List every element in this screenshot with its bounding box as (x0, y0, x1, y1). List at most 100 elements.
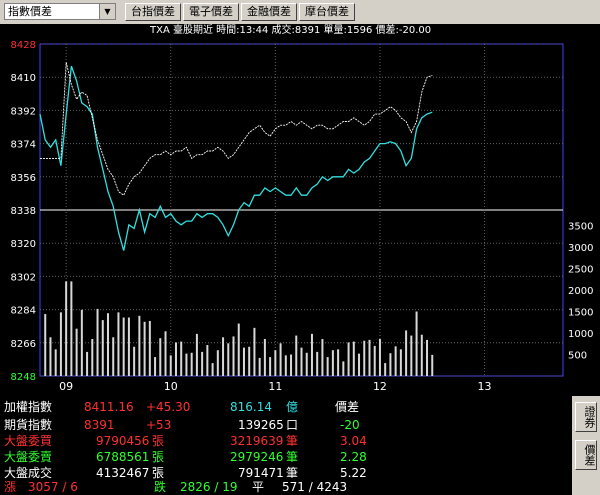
volume-bar (185, 353, 188, 376)
summary-row-weighted-index: 加權指數 8411.16 +45.30 816.14 億 價差 (0, 399, 572, 415)
up-value: 3057 / 6 (28, 480, 78, 494)
toolbar: 指數價差 ▼ 台指價差 電子價差 金融價差 摩台價差 (0, 0, 600, 25)
summary-row-bid: 大盤委買 9790456 張 3219639 筆 3.04 (0, 433, 572, 449)
volume-bar (253, 327, 256, 376)
volume-bar (138, 315, 141, 376)
side-panel: 證券 價差 (572, 396, 600, 495)
volume-tick-label: 3000 (568, 243, 593, 254)
volume-bar (96, 308, 99, 376)
volume-axis: 3500 3000 2500 2000 1500 1000 500 (568, 222, 593, 362)
series-line-futures (39, 65, 433, 251)
price-tick-label: 8248 (11, 372, 36, 383)
volume-bar (347, 342, 350, 376)
row-label: 大盤委賣 (4, 450, 53, 464)
row-ratio: 3.04 (340, 434, 367, 448)
row-label: 加權指數 (4, 400, 53, 414)
volume-bar (237, 323, 240, 376)
tab-taiex-spread[interactable]: 台指價差 (125, 3, 181, 21)
summary-row-futures-index: 期貨指數 8391 +53 139265 口 -20 (0, 417, 572, 433)
volume-bar (352, 341, 355, 376)
volume-bar (54, 349, 57, 376)
volume-bar (117, 312, 120, 376)
flat-value: 571 / 4243 (282, 480, 348, 494)
volume-bar (389, 353, 392, 376)
row-value: 9790456 (96, 434, 150, 448)
volume-bar (368, 339, 371, 376)
volume-bar (112, 337, 115, 376)
time-tick-label: 11 (268, 380, 282, 393)
time-tick-label: 09 (59, 380, 73, 393)
time-axis: 09 10 11 12 13 (59, 380, 491, 393)
price-tick-label: 8392 (11, 106, 36, 117)
row-change: +45.30 (146, 400, 191, 414)
spread-button[interactable]: 價差 (575, 440, 597, 470)
volume-bar (148, 320, 151, 376)
volume-bar (195, 333, 198, 376)
row-spread-title: 價差 (335, 400, 360, 414)
time-tick-label: 10 (164, 380, 178, 393)
volume-bar (242, 347, 245, 376)
volume-bar (65, 281, 68, 376)
time-tick-label: 13 (478, 380, 492, 393)
volume-bar (180, 341, 183, 376)
volume-bar (399, 349, 402, 376)
price-tick-label: 8428 (11, 40, 36, 51)
row-spread-value: -20 (340, 418, 360, 432)
securities-button[interactable]: 證券 (575, 402, 597, 432)
chart-info-line: TXA 臺股期近 時間:13:44 成交:8391 單量:1596 價差:-20… (149, 24, 431, 36)
volume-tick-label: 1500 (568, 308, 593, 319)
row-value: 6788561 (96, 450, 150, 464)
volume-bar (305, 352, 308, 376)
volume-bar (227, 343, 230, 376)
row-value: 8391 (84, 418, 115, 432)
price-tick-label: 8284 (11, 306, 36, 317)
volume-bar (169, 355, 172, 376)
volume-bar (300, 347, 303, 376)
volume-bar (174, 342, 177, 376)
volume-bar (415, 311, 418, 376)
volume-bar (279, 343, 282, 376)
volume-bar (70, 281, 73, 376)
down-label: 跌 (154, 480, 167, 494)
price-tick-label: 8338 (11, 206, 36, 217)
volume-bar (248, 346, 251, 376)
row-label: 期貨指數 (4, 418, 53, 432)
volume-bar (101, 320, 104, 376)
chevron-down-icon[interactable]: ▼ (99, 4, 115, 19)
volume-bar (258, 357, 261, 376)
row-value: 8411.16 (84, 400, 134, 414)
row-unit: 億 (286, 400, 299, 414)
volume-bar (59, 312, 62, 376)
volume-bar (216, 350, 219, 376)
volume-bar (426, 339, 429, 376)
tab-electronics-spread[interactable]: 電子價差 (183, 3, 239, 21)
tab-msci-spread[interactable]: 摩台價差 (299, 3, 355, 21)
row-unit2: 筆 (286, 450, 299, 464)
row-unit: 口 (286, 418, 299, 432)
volume-bar (206, 345, 209, 376)
price-tick-label: 8320 (11, 239, 36, 250)
volume-bar (394, 346, 397, 376)
quote-window: 指數價差 ▼ 台指價差 電子價差 金融價差 摩台價差 TXA 臺股期近 時間:1… (0, 0, 600, 495)
volume-bars (44, 281, 434, 376)
volume-bar (44, 314, 47, 376)
volume-bar (159, 338, 162, 376)
volume-bar (269, 357, 272, 376)
volume-bar (154, 357, 157, 376)
summary-row-breadth: 漲 3057 / 6 跌 2826 / 19 平 571 / 4243 (0, 479, 572, 495)
volume-bar (143, 321, 146, 376)
price-axis: 8428 8410 8392 8374 8356 8338 8320 8302 8284 8266… (11, 40, 36, 383)
volume-bar (122, 317, 125, 376)
tab-finance-spread[interactable]: 金融價差 (241, 3, 297, 21)
volume-bar (310, 333, 313, 376)
volume-bar (284, 355, 287, 376)
time-tick-label: 12 (373, 380, 387, 393)
price-lines (39, 62, 433, 251)
volume-bar (331, 350, 334, 376)
row-amount: 139265 (238, 418, 284, 432)
index-selector[interactable]: 指數價差 ▼ (4, 3, 116, 20)
price-tick-label: 8356 (11, 173, 36, 184)
volume-tick-label: 2000 (568, 286, 593, 297)
volume-bar (321, 339, 324, 376)
volume-bar (263, 339, 266, 376)
